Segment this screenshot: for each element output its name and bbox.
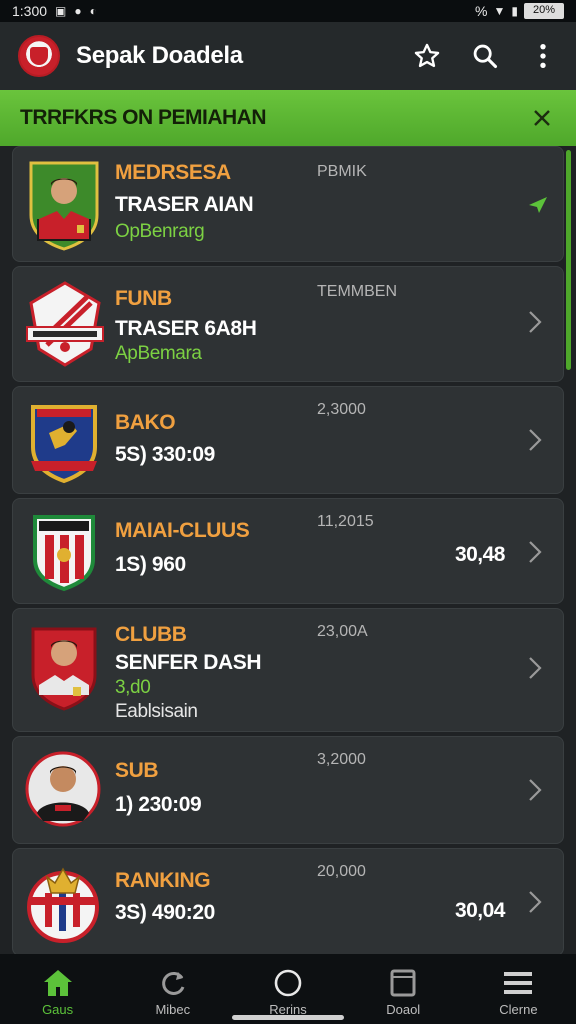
chevron-right-icon: [527, 655, 547, 683]
club-crest-icon: [25, 857, 103, 947]
nav-item-home[interactable]: Gaus: [0, 954, 115, 1024]
app-notification-icon: ●: [74, 4, 82, 18]
notice-banner: TRRFKRS ON PEMIAHAN: [0, 90, 576, 146]
nav-item-circle[interactable]: Rerins: [230, 954, 345, 1024]
nav-label: Doaol: [386, 1002, 421, 1017]
club-detail: 1) 230:09: [115, 793, 202, 816]
club-meta: 20,000: [317, 863, 366, 880]
club-name: SUB: [115, 759, 159, 782]
club-name: BAKO: [115, 411, 176, 434]
nav-item-menu[interactable]: Clerne: [461, 954, 576, 1024]
club-meta: 3,2000: [317, 751, 366, 768]
club-detail: 3S) 490:20: [115, 901, 215, 924]
status-time: 1:300: [12, 3, 48, 19]
list-item[interactable]: RANKING 3S) 490:20 20,000 30,04: [12, 848, 564, 956]
nav-item-tablet[interactable]: Doaol: [346, 954, 461, 1024]
club-description: Eablsisain: [115, 701, 198, 722]
refresh-icon: [156, 966, 190, 1000]
search-icon[interactable]: [470, 41, 500, 71]
club-crest-icon: [25, 399, 103, 489]
app-bar: Sepak Doadela: [0, 22, 576, 90]
club-name: CLUBB: [115, 623, 187, 646]
list-item[interactable]: SUB 1) 230:09 3,2000: [12, 736, 564, 844]
club-detail: 1S) 960: [115, 553, 186, 576]
club-name: MEDRSESA: [115, 161, 231, 184]
chevron-right-icon: [527, 539, 547, 567]
signal-text: %: [475, 3, 488, 19]
club-meta: PBMIK: [317, 163, 367, 180]
app-title: Sepak Doadela: [76, 42, 243, 69]
player-avatar-icon: [25, 623, 103, 713]
nav-label: Mibec: [155, 1002, 191, 1017]
nav-label: Gaus: [42, 1002, 74, 1017]
club-detail: 5S) 330:09: [115, 443, 215, 466]
player-avatar-icon: [25, 747, 103, 837]
club-detail: TRASER 6A8H: [115, 317, 257, 340]
list-item[interactable]: MAIAI-CLUUS 1S) 960 11,2015 30,48: [12, 498, 564, 604]
club-meta: 23,00A: [317, 623, 368, 640]
menu-icon: [501, 966, 535, 1000]
wifi-icon: ▼: [493, 4, 506, 18]
list-item[interactable]: FUNB TRASER 6A8H ApBemara TEMMBEN: [12, 266, 564, 382]
club-subtitle: ApBemara: [115, 343, 202, 364]
club-name: RANKING: [115, 869, 211, 892]
club-crest-icon: [25, 279, 104, 369]
nav-item-refresh[interactable]: Mibec: [115, 954, 230, 1024]
club-value: 30,48: [454, 543, 506, 566]
home-gesture-bar[interactable]: [232, 1015, 344, 1020]
list-item[interactable]: MEDRSESA TRASER AIAN OpBenrarg PBMIK: [12, 146, 564, 262]
circle-icon: [271, 966, 305, 1000]
club-meta: 11,2015: [317, 513, 374, 530]
app-logo-icon: [18, 35, 60, 77]
home-icon: [41, 966, 75, 1000]
club-subtitle: 3,d0: [115, 677, 151, 698]
bottom-navigation: Gaus Mibec Rerins Doaol Clerne: [0, 954, 576, 1024]
list-item[interactable]: CLUBB SENFER DASH 3,d0 Eablsisain 23,00A: [12, 608, 564, 732]
club-meta: 2,3000: [317, 401, 366, 418]
list-scrollbar[interactable]: [566, 150, 571, 370]
signal-icon: ▮: [511, 4, 518, 18]
notification-icon: ▣: [55, 4, 67, 18]
chevron-right-icon: [527, 889, 547, 917]
more-vert-icon[interactable]: [528, 41, 558, 71]
club-meta: TEMMBEN: [317, 283, 397, 300]
chevron-right-icon: [527, 427, 547, 455]
status-bar: 1:300 ▣ ● ◐ % ▼ ▮ 20%: [0, 0, 576, 22]
club-detail: SENFER DASH: [115, 651, 262, 674]
club-name: FUNB: [115, 287, 172, 310]
club-detail: TRASER AIAN: [115, 193, 254, 216]
chevron-right-icon: [527, 777, 547, 805]
list-item[interactable]: BAKO 5S) 330:09 2,3000: [12, 386, 564, 494]
club-value: 30,04: [454, 899, 506, 922]
club-name: MAIAI-CLUUS: [115, 519, 250, 542]
app-notification-icon-2: ◐: [89, 4, 97, 18]
close-icon[interactable]: [528, 104, 556, 132]
chevron-right-icon: [527, 309, 547, 337]
club-crest-icon: [25, 511, 103, 601]
nav-label: Clerne: [499, 1002, 538, 1017]
banner-text: TRRFKRS ON PEMIAHAN: [20, 106, 267, 129]
club-subtitle: OpBenrarg: [115, 221, 205, 242]
player-avatar-icon: [25, 157, 103, 251]
star-icon[interactable]: [412, 41, 442, 71]
battery-indicator: 20%: [524, 3, 564, 19]
tablet-icon: [386, 966, 420, 1000]
check-icon: [527, 191, 547, 219]
